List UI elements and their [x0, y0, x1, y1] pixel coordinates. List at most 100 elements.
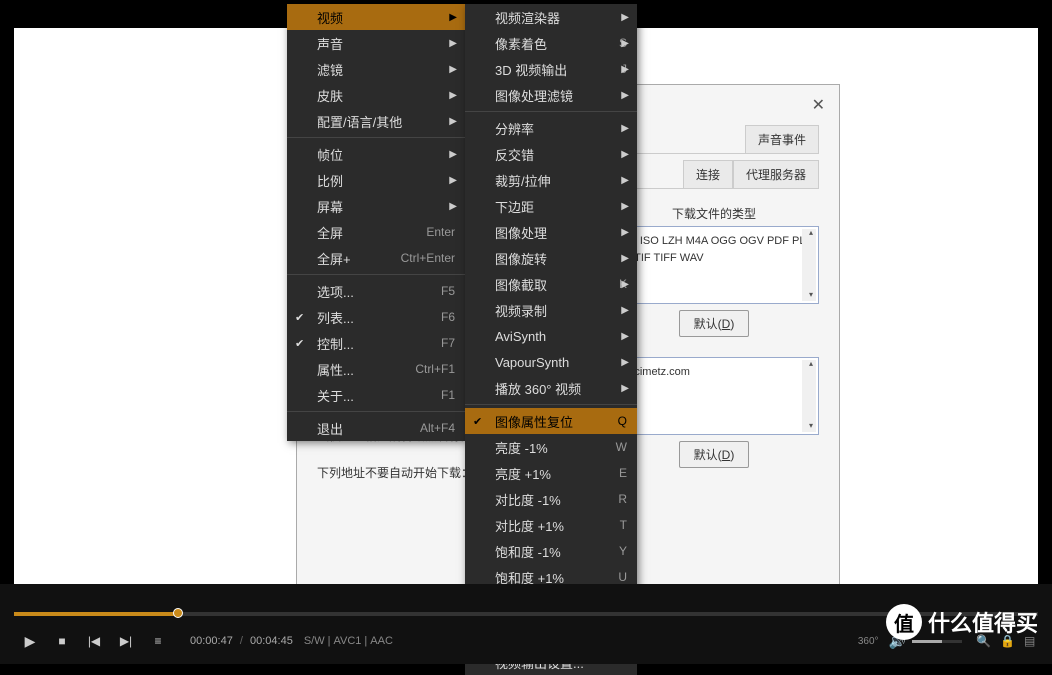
- time-total: 00:04:45: [250, 635, 293, 647]
- tab-connect[interactable]: 连接: [683, 160, 733, 188]
- submenu-arrow-icon: ▶: [449, 38, 457, 49]
- stop-button[interactable]: ■: [46, 627, 78, 655]
- menu-separator: [465, 111, 637, 112]
- menu-item-shortcut: Enter: [426, 225, 455, 239]
- video-menu-item[interactable]: 裁剪/拉伸▶: [465, 167, 637, 193]
- menu-item-label: 对比度 +1%: [495, 516, 600, 535]
- menu-item-shortcut: T: [620, 518, 627, 532]
- menu-item-label: 列表...: [317, 308, 421, 327]
- submenu-arrow-icon: ▶: [449, 64, 457, 75]
- menu-item-label: 亮度 +1%: [495, 464, 599, 483]
- menu-item-label: 亮度 -1%: [495, 438, 596, 457]
- next-button[interactable]: ▶|: [110, 627, 142, 655]
- tab-sound-event[interactable]: 声音事件: [745, 125, 819, 153]
- video-menu-item[interactable]: 图像旋转▶: [465, 245, 637, 271]
- menu-button[interactable]: ≡: [142, 627, 174, 655]
- scroll-down-icon[interactable]: ▾: [804, 289, 818, 303]
- menu-item-label: 屏幕: [317, 197, 455, 216]
- main-menu-item[interactable]: 视频▶: [287, 4, 465, 30]
- main-menu-item[interactable]: 全屏+Ctrl+Enter: [287, 245, 465, 271]
- menu-item-label: 皮肤: [317, 86, 455, 105]
- main-menu-item[interactable]: 关于...F1: [287, 382, 465, 408]
- submenu-arrow-icon: ▶: [449, 116, 457, 127]
- main-menu-item[interactable]: 退出Alt+F4: [287, 415, 465, 441]
- context-menu-video[interactable]: 视频渲染器▶像素着色S▶3D 视频输出J▶图像处理滤镜▶分辨率▶反交错▶裁剪/拉…: [465, 4, 637, 675]
- default-button-2[interactable]: 默认(D): [679, 441, 750, 468]
- main-menu-item[interactable]: ✔控制...F7: [287, 330, 465, 356]
- menu-item-label: 配置/语言/其他: [317, 112, 455, 131]
- menu-item-label: 图像截取: [495, 275, 599, 294]
- main-menu-item[interactable]: 声音▶: [287, 30, 465, 56]
- main-menu-item[interactable]: ✔列表...F6: [287, 304, 465, 330]
- tab-proxy[interactable]: 代理服务器: [733, 160, 819, 188]
- video-menu-item[interactable]: 3D 视频输出J▶: [465, 56, 637, 82]
- video-menu-item[interactable]: 图像处理滤镜▶: [465, 82, 637, 108]
- menu-item-shortcut: Y: [619, 544, 627, 558]
- video-menu-item[interactable]: 图像处理▶: [465, 219, 637, 245]
- video-menu-item[interactable]: 图像截取K▶: [465, 271, 637, 297]
- prev-button[interactable]: |◀: [78, 627, 110, 655]
- video-menu-item[interactable]: 分辨率▶: [465, 115, 637, 141]
- main-menu-item[interactable]: 帧位▶: [287, 141, 465, 167]
- menu-item-label: 帧位: [317, 145, 455, 164]
- main-menu-item[interactable]: 皮肤▶: [287, 82, 465, 108]
- submenu-arrow-icon: ▶: [621, 357, 629, 368]
- menu-item-label: 选项...: [317, 282, 421, 301]
- submenu-arrow-icon: ▶: [621, 12, 629, 23]
- main-menu-item[interactable]: 选项...F5: [287, 278, 465, 304]
- scroll-up-icon[interactable]: ▴: [804, 227, 818, 241]
- video-menu-item[interactable]: 亮度 +1%E: [465, 460, 637, 486]
- menu-item-shortcut: W: [616, 440, 627, 454]
- menu-item-label: VapourSynth: [495, 355, 627, 370]
- 360-button[interactable]: 360°: [858, 636, 879, 647]
- submenu-arrow-icon: ▶: [621, 227, 629, 238]
- video-menu-item[interactable]: 饱和度 -1%Y: [465, 538, 637, 564]
- menu-item-shortcut: Ctrl+Enter: [401, 251, 455, 265]
- watermark: 值 什么值得买: [886, 604, 1038, 640]
- menu-separator: [287, 137, 465, 138]
- menu-item-label: 退出: [317, 419, 400, 438]
- file-types-textbox[interactable]: IMG ISO LZH M4A OGG OGV PDF PLJ AR TIF T…: [609, 226, 819, 304]
- check-icon: ✔: [295, 311, 304, 324]
- menu-item-label: 裁剪/拉伸: [495, 171, 627, 190]
- menu-item-shortcut: R: [618, 492, 627, 506]
- menu-separator: [287, 274, 465, 275]
- sites-textbox-2[interactable]: om.cimetz.com ▴ ▾: [609, 357, 819, 435]
- download-types-label: 下载文件的类型: [609, 205, 819, 222]
- video-menu-item[interactable]: VapourSynth▶: [465, 349, 637, 375]
- video-menu-item[interactable]: 视频渲染器▶: [465, 4, 637, 30]
- main-menu-item[interactable]: 滤镜▶: [287, 56, 465, 82]
- close-icon[interactable]: ✕: [812, 95, 825, 115]
- menu-item-label: 分辨率: [495, 119, 627, 138]
- submenu-arrow-icon: ▶: [621, 383, 629, 394]
- main-menu-item[interactable]: 比例▶: [287, 167, 465, 193]
- main-menu-item[interactable]: 屏幕▶: [287, 193, 465, 219]
- video-menu-item[interactable]: 对比度 +1% T: [465, 512, 637, 538]
- video-menu-item[interactable]: 反交错▶: [465, 141, 637, 167]
- menu-item-label: 控制...: [317, 334, 421, 353]
- seek-fill: [14, 612, 178, 616]
- video-menu-item[interactable]: 视频录制▶: [465, 297, 637, 323]
- main-menu-item[interactable]: 全屏Enter: [287, 219, 465, 245]
- video-menu-item[interactable]: AviSynth▶: [465, 323, 637, 349]
- video-menu-item[interactable]: 像素着色S▶: [465, 30, 637, 56]
- video-menu-item[interactable]: 亮度 -1% W: [465, 434, 637, 460]
- video-menu-item[interactable]: 下边距▶: [465, 193, 637, 219]
- seek-bar[interactable]: [14, 612, 1038, 616]
- default-button-1[interactable]: 默认(D): [679, 310, 750, 337]
- video-menu-item[interactable]: ✔图像属性复位Q: [465, 408, 637, 434]
- main-menu-item[interactable]: 属性...Ctrl+F1: [287, 356, 465, 382]
- scroll-down-icon[interactable]: ▾: [804, 420, 818, 434]
- main-menu-item[interactable]: 配置/语言/其他▶: [287, 108, 465, 134]
- video-menu-item[interactable]: 对比度 -1%R: [465, 486, 637, 512]
- menu-item-label: 关于...: [317, 386, 421, 405]
- video-menu-item[interactable]: 播放 360° 视频▶: [465, 375, 637, 401]
- play-button[interactable]: ▶: [14, 627, 46, 655]
- menu-item-shortcut: Q: [618, 414, 627, 428]
- menu-item-label: 视频: [317, 8, 455, 27]
- submenu-arrow-icon: ▶: [621, 201, 629, 212]
- scroll-up-icon[interactable]: ▴: [804, 358, 818, 372]
- watermark-text: 什么值得买: [928, 606, 1038, 638]
- seek-thumb[interactable]: [173, 608, 183, 618]
- context-menu-main[interactable]: 视频▶声音▶滤镜▶皮肤▶配置/语言/其他▶帧位▶比例▶屏幕▶全屏Enter全屏+…: [287, 4, 465, 441]
